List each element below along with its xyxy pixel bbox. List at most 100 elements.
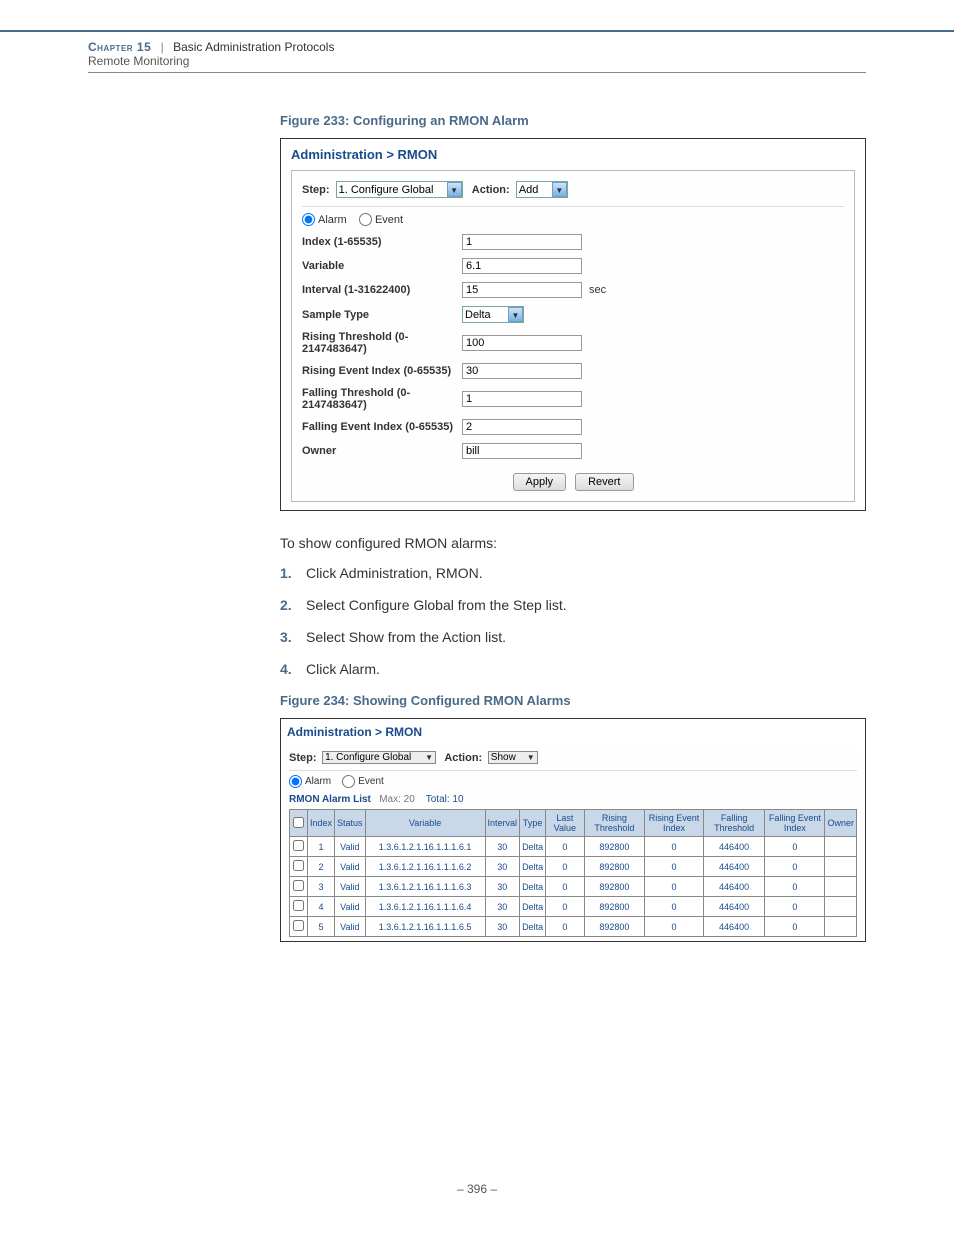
chevron-down-icon[interactable]: ▼ <box>423 753 435 762</box>
cell-rei: 0 <box>645 897 704 917</box>
step-4-text: Click Alarm. <box>306 661 380 677</box>
breadcrumb: Administration > RMON <box>291 147 855 162</box>
apply-button[interactable]: Apply <box>513 473 567 491</box>
radio-event[interactable] <box>342 775 355 788</box>
cell-rei: 0 <box>645 877 704 897</box>
radio-event[interactable] <box>359 213 372 226</box>
cell-rth: 892800 <box>584 857 645 877</box>
action-select[interactable] <box>517 183 552 197</box>
list-total: Total: 10 <box>426 794 464 805</box>
cell-last: 0 <box>546 837 585 857</box>
instructions-intro: To show configured RMON alarms: <box>280 535 866 551</box>
cell-interval: 30 <box>485 837 520 857</box>
row-checkbox[interactable] <box>293 860 304 871</box>
cell-interval: 30 <box>485 897 520 917</box>
radio-event-label: Event <box>375 214 403 226</box>
col-type: Type <box>520 810 546 837</box>
cell-index: 4 <box>308 897 335 917</box>
cell-fei: 0 <box>765 877 825 897</box>
table-row: 4Valid1.3.6.1.2.1.16.1.1.1.6.430Delta089… <box>290 897 857 917</box>
owner-field[interactable] <box>462 443 582 459</box>
radio-alarm[interactable] <box>289 775 302 788</box>
list-title: RMON Alarm List <box>289 794 371 805</box>
step-3-text: Select Show from the Action list. <box>306 629 506 645</box>
sample-select[interactable] <box>463 308 508 322</box>
cell-fth: 446400 <box>703 897 765 917</box>
owner-label: Owner <box>302 445 462 457</box>
row-checkbox[interactable] <box>293 880 304 891</box>
radio-alarm-label: Alarm <box>305 776 331 787</box>
row-checkbox[interactable] <box>293 900 304 911</box>
fevent-label: Falling Event Index (0-65535) <box>302 421 462 433</box>
col-fevent: Falling Event Index <box>765 810 825 837</box>
cell-status: Valid <box>335 837 366 857</box>
step-number: 2. <box>280 597 306 613</box>
select-all-checkbox[interactable] <box>293 817 304 828</box>
chevron-down-icon[interactable]: ▼ <box>508 307 523 322</box>
cell-interval: 30 <box>485 857 520 877</box>
chapter-label: Chapter 15 <box>88 40 151 54</box>
fevent-field[interactable] <box>462 419 582 435</box>
table-row: 2Valid1.3.6.1.2.1.16.1.1.1.6.230Delta089… <box>290 857 857 877</box>
cell-status: Valid <box>335 897 366 917</box>
list-max: Max: 20 <box>379 794 415 805</box>
sample-label: Sample Type <box>302 309 462 321</box>
cell-variable: 1.3.6.1.2.1.16.1.1.1.6.5 <box>365 917 485 937</box>
breadcrumb: Administration > RMON <box>287 725 859 739</box>
step-select[interactable] <box>323 752 423 763</box>
revent-field[interactable] <box>462 363 582 379</box>
cell-fei: 0 <box>765 917 825 937</box>
radio-alarm[interactable] <box>302 213 315 226</box>
index-label: Index (1-65535) <box>302 236 462 248</box>
rthresh-field[interactable] <box>462 335 582 351</box>
cell-fei: 0 <box>765 897 825 917</box>
rthresh-label: Rising Threshold (0-2147483647) <box>302 331 462 355</box>
cell-type: Delta <box>520 837 546 857</box>
fthresh-field[interactable] <box>462 391 582 407</box>
interval-field[interactable] <box>462 282 582 298</box>
variable-field[interactable] <box>462 258 582 274</box>
cell-rth: 892800 <box>584 897 645 917</box>
col-rthresh: Rising Threshold <box>584 810 645 837</box>
cell-variable: 1.3.6.1.2.1.16.1.1.1.6.1 <box>365 837 485 857</box>
step-select[interactable] <box>337 183 447 197</box>
action-select[interactable] <box>489 752 525 763</box>
cell-owner <box>825 837 857 857</box>
chevron-down-icon[interactable]: ▼ <box>525 753 537 762</box>
cell-owner <box>825 857 857 877</box>
figure-234-box: Administration > RMON Step: ▼ Action: ▼ <box>280 718 866 942</box>
index-field[interactable] <box>462 234 582 250</box>
cell-owner <box>825 877 857 897</box>
radio-alarm-label: Alarm <box>318 214 347 226</box>
radio-event-label: Event <box>358 776 384 787</box>
cell-index: 1 <box>308 837 335 857</box>
cell-last: 0 <box>546 897 585 917</box>
cell-interval: 30 <box>485 917 520 937</box>
table-row: 3Valid1.3.6.1.2.1.16.1.1.1.6.330Delta089… <box>290 877 857 897</box>
col-revent: Rising Event Index <box>645 810 704 837</box>
cell-interval: 30 <box>485 877 520 897</box>
step-number: 4. <box>280 661 306 677</box>
action-label: Action: <box>444 752 482 764</box>
step-label: Step: <box>289 752 317 764</box>
cell-fth: 446400 <box>703 877 765 897</box>
chevron-down-icon[interactable]: ▼ <box>552 182 567 197</box>
figure-233-caption: Figure 233: Configuring an RMON Alarm <box>280 113 866 128</box>
cell-status: Valid <box>335 917 366 937</box>
cell-fei: 0 <box>765 837 825 857</box>
fthresh-label: Falling Threshold (0-2147483647) <box>302 387 474 411</box>
chevron-down-icon[interactable]: ▼ <box>447 182 462 197</box>
cell-type: Delta <box>520 857 546 877</box>
row-checkbox[interactable] <box>293 920 304 931</box>
cell-index: 3 <box>308 877 335 897</box>
revert-button[interactable]: Revert <box>575 473 633 491</box>
page-number: – 396 – <box>0 1182 954 1196</box>
cell-owner <box>825 897 857 917</box>
cell-last: 0 <box>546 917 585 937</box>
cell-type: Delta <box>520 897 546 917</box>
cell-last: 0 <box>546 857 585 877</box>
alarm-table: Index Status Variable Interval Type Last… <box>289 809 857 937</box>
col-lastvalue: Last Value <box>546 810 585 837</box>
cell-type: Delta <box>520 917 546 937</box>
row-checkbox[interactable] <box>293 840 304 851</box>
